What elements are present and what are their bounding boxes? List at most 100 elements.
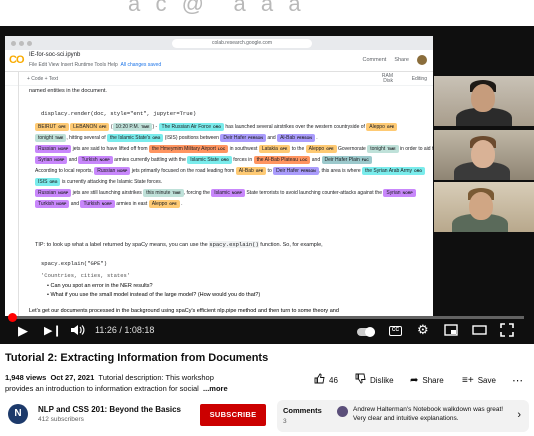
- thumbs-up-glyph: [314, 373, 325, 384]
- entity-mark-loc: the Hmeymim Military Airport LOC: [148, 145, 229, 153]
- entity-mark-norp: Syrian NORP: [35, 156, 68, 164]
- more-link[interactable]: ...more: [203, 384, 228, 393]
- entity-text: Deir Hafer: [276, 168, 299, 174]
- next-icon[interactable]: ▶❙: [44, 324, 62, 338]
- progress-bar[interactable]: [8, 313, 524, 322]
- volume-icon[interactable]: [70, 323, 85, 340]
- plain-text: armies in east: [114, 201, 149, 207]
- miniplayer-glyph: [444, 324, 458, 336]
- comments-count: 3: [283, 418, 287, 425]
- entity-text: Deir Hafer: [223, 135, 247, 141]
- entity-text: Aleppo: [308, 146, 325, 152]
- entity-text: Islamic: [214, 190, 230, 196]
- entity-label: ORG: [213, 125, 221, 129]
- share-button[interactable]: ➦ Share: [410, 372, 444, 388]
- entity-mark-person: Al-Bab PERSON: [277, 134, 315, 142]
- commenter-avatar: [337, 406, 348, 417]
- footer-text: Let's get our documents processed in the…: [29, 308, 339, 314]
- channel-name[interactable]: NLP and CSS 201: Beyond the Basics: [38, 405, 181, 414]
- entity-line: Syrian NORP and Turkish NORP armies curren…: [35, 155, 405, 166]
- entity-text: Russian: [38, 146, 57, 152]
- user-avatar: [417, 55, 427, 65]
- miniplayer-icon[interactable]: [444, 324, 458, 339]
- entity-text: Turkish: [38, 201, 55, 207]
- entity-mark-gpe: Aleppo GPE: [148, 200, 180, 208]
- entity-label: GPE: [326, 147, 334, 151]
- code-cell-displacy: displacy.render(doc, style="ent", jupyte…: [41, 110, 197, 117]
- gear-icon[interactable]: ⚙: [417, 323, 429, 337]
- bullet-text: Can you spot an error in the NER results…: [50, 283, 153, 289]
- entity-mark-time: this minute TIME: [143, 189, 184, 197]
- entity-label: PERSON: [300, 169, 316, 173]
- entity-label: GPE: [58, 125, 66, 129]
- chevron-right-icon: ›: [517, 409, 521, 421]
- entity-text: LEBANON: [73, 124, 98, 130]
- notebook-name: IE-for-soc-sci.ipynb: [29, 52, 81, 58]
- entity-label: TIME: [55, 136, 64, 140]
- more-actions-icon[interactable]: ⋯: [512, 372, 523, 388]
- entity-mark-gpe: Aleppo GPE: [305, 145, 337, 153]
- dislike-button[interactable]: Dislike: [355, 372, 394, 388]
- entity-mark-org: Islamic State ORG: [187, 156, 232, 164]
- disk-label: Disk: [383, 78, 393, 84]
- video-player[interactable]: colab.research.google.com CO IE-for-soc-…: [0, 26, 534, 344]
- bullet-item: • Can you spot an error in the NER resul…: [47, 283, 153, 289]
- plain-text: has launched several airstrikes over the…: [224, 124, 367, 130]
- theater-icon[interactable]: [472, 324, 487, 339]
- entity-label: NORP: [56, 202, 67, 206]
- entity-line: Russian NORP jets are still launching air…: [35, 188, 416, 199]
- entity-text: Al-Bab: [238, 168, 254, 174]
- plain-text: , forcing the: [183, 190, 212, 196]
- colab-logo: CO: [9, 54, 24, 66]
- browser-chrome: colab.research.google.com: [5, 36, 433, 50]
- save-button[interactable]: ≡+ Save: [462, 372, 496, 388]
- entity-mark-loc: the Al-Bab Plateau LOC: [253, 156, 311, 164]
- comments-label: Comments: [283, 406, 322, 415]
- entity-label: LOC: [217, 147, 226, 151]
- scrubber-handle[interactable]: [8, 313, 18, 322]
- resource-meter: RAM Disk: [382, 74, 393, 84]
- comments-teaser[interactable]: Comments 3 Andrew Halterman's Notebook w…: [277, 400, 529, 432]
- autoplay-toggle[interactable]: [357, 327, 375, 337]
- bullet-text: What if you use the small model instead …: [50, 292, 261, 298]
- entity-text: Russian: [38, 190, 57, 196]
- entity-text: Russian: [97, 168, 116, 174]
- entity-mark-norp: Russian NORP: [94, 167, 131, 175]
- captions-icon[interactable]: CC: [389, 326, 402, 336]
- play-icon[interactable]: ▶: [18, 324, 28, 338]
- entity-mark-org: the Islamic State's ORG: [106, 134, 164, 142]
- thumbs-down-glyph: [355, 373, 366, 384]
- menu-items: File Edit View Insert Runtime Tools Help: [29, 62, 118, 68]
- plain-text: in order to aid the: [399, 146, 433, 152]
- entity-mark-person: Deir Hafer PERSON: [273, 167, 319, 175]
- entity-label: ORG: [49, 180, 58, 184]
- entity-mark-norp: Russian NORP: [35, 145, 72, 153]
- entity-label: ORG: [414, 169, 423, 173]
- bullet-item: • What if you use the small model instea…: [47, 292, 261, 298]
- video-title: Tutorial 2: Extracting Information from …: [5, 352, 269, 364]
- webcam-participant-3: [434, 182, 534, 232]
- entity-line: According to local reports, Russian NORP …: [35, 166, 426, 177]
- plain-text: to: [266, 168, 274, 174]
- entity-label: PERSON: [297, 136, 312, 140]
- entity-mark-person: Deir Hafer PERSON: [220, 134, 266, 142]
- entity-text: tonight: [370, 146, 386, 152]
- fullscreen-icon[interactable]: [500, 323, 514, 340]
- entity-label: PERSON: [248, 136, 263, 140]
- channel-avatar[interactable]: N: [8, 404, 28, 424]
- entity-mark-norp: Turkish NORP: [80, 200, 115, 208]
- like-button[interactable]: 46: [314, 372, 338, 388]
- entity-line: Russian NORP jets are said to have lifted…: [35, 144, 433, 155]
- entity-text: Latakia: [261, 146, 278, 152]
- add-cell-buttons: + Code + Text: [27, 76, 59, 82]
- subscribe-button[interactable]: SUBSCRIBE: [200, 404, 266, 426]
- bullet-list: • Can you spot an error in the NER resul…: [47, 283, 260, 298]
- window-dots: [5, 40, 32, 46]
- video-description-box[interactable]: 1,948 views Oct 27, 2021 Tutorial descri…: [5, 372, 250, 394]
- description-line-1: Tutorial description: This workshop: [98, 373, 214, 382]
- webcam-participant-2: [434, 130, 534, 180]
- entity-mark-time: tonight TIME: [35, 134, 67, 142]
- share-label: Share: [422, 375, 444, 385]
- address-bar: colab.research.google.com: [172, 38, 312, 48]
- dislike-label: Dislike: [370, 375, 394, 385]
